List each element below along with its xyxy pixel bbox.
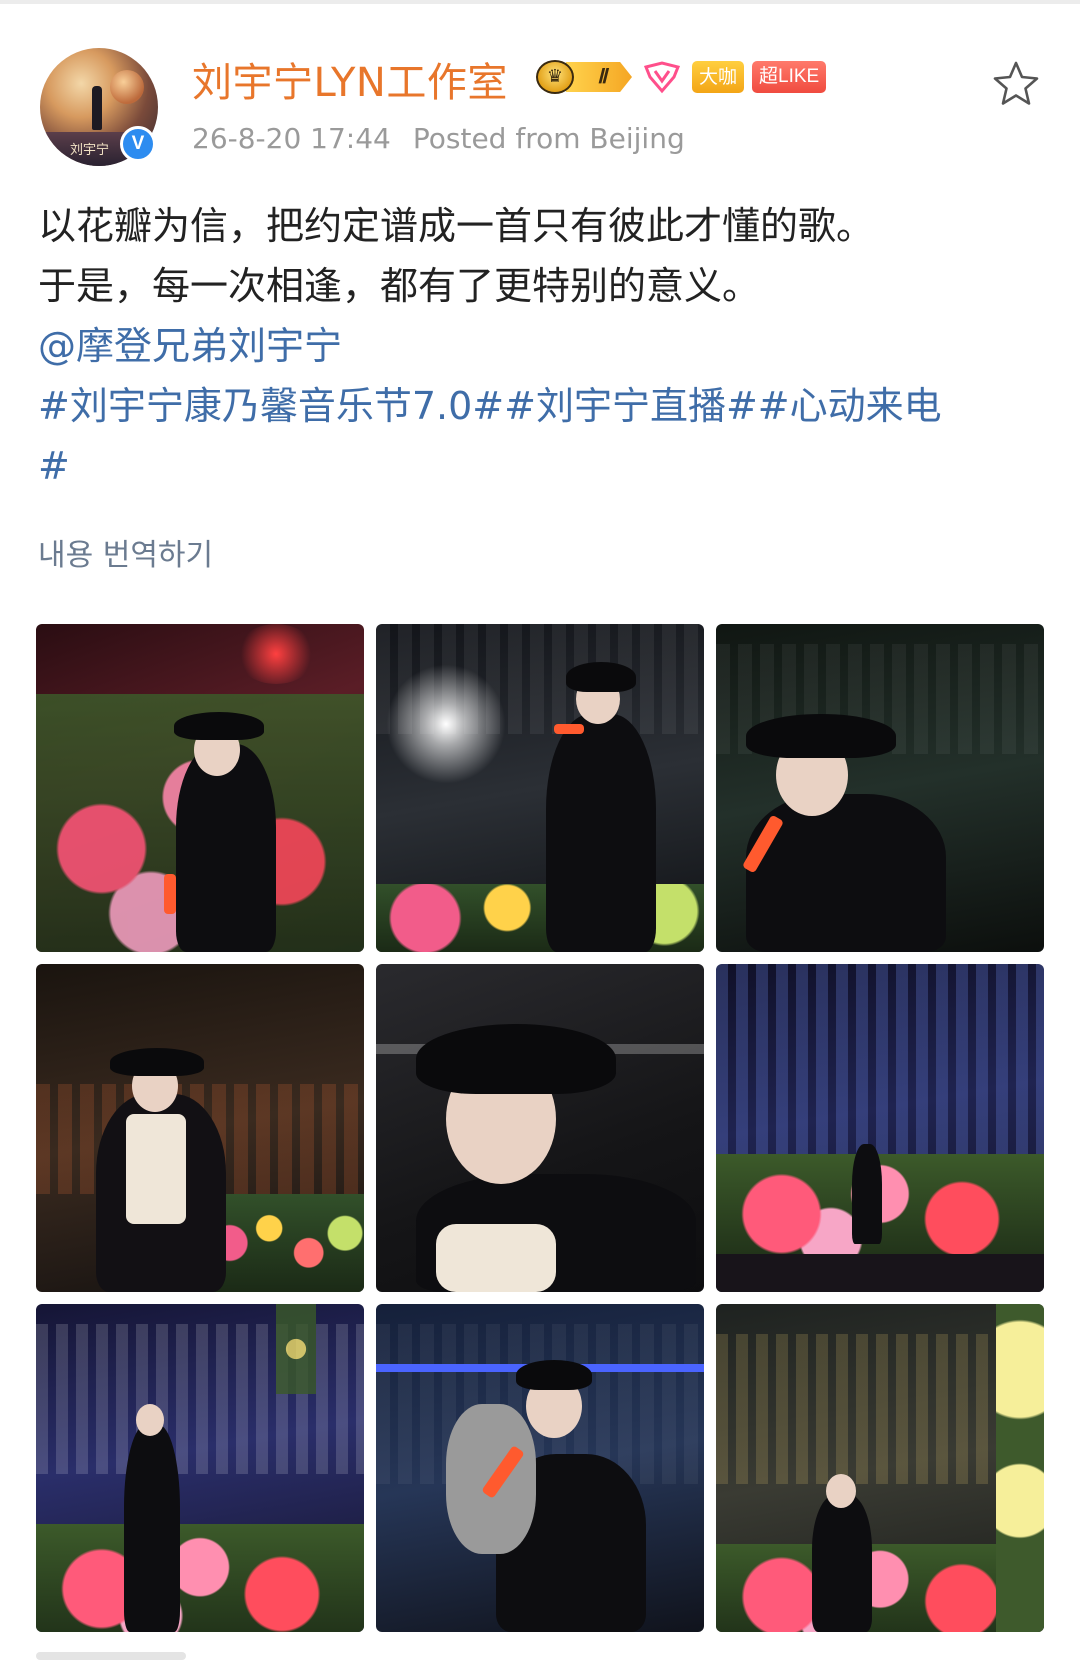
photo-8[interactable] — [376, 1304, 704, 1632]
post-meta: 26-8-20 17:44 Posted from Beijing — [192, 122, 685, 155]
avatar-planet — [110, 70, 144, 104]
vip-level-badge[interactable]: ♛ Ⅱ — [536, 59, 632, 95]
fan-badge-icon[interactable] — [640, 59, 684, 95]
post-line-1: 以花瓣为信，把约定谱成一首只有彼此才懂的歌。 — [38, 204, 875, 248]
super-like-badge[interactable]: 超LIKE — [752, 61, 827, 93]
avatar-signature: 刘宇宁 — [70, 143, 110, 158]
post-line-2: 于是，每一次相逢，都有了更特别的意义。 — [38, 264, 761, 308]
top-divider — [0, 0, 1080, 4]
verified-icon: V — [120, 126, 156, 162]
photo-5[interactable] — [376, 964, 704, 1292]
badge-row: ♛ Ⅱ 大咖 超LIKE — [536, 57, 827, 97]
timestamp: 26-8-20 17:44 — [192, 122, 391, 155]
hashtag-tail[interactable]: # — [38, 436, 1048, 496]
daka-badge[interactable]: 大咖 — [692, 61, 745, 93]
photo-2[interactable] — [376, 624, 704, 952]
photo-3[interactable] — [716, 624, 1044, 952]
mention-link[interactable]: @摩登兄弟刘宇宁 — [38, 316, 1048, 376]
photo-9[interactable] — [716, 1304, 1044, 1632]
username[interactable]: 刘宇宁LYN工作室 — [192, 50, 508, 108]
photo-6[interactable] — [716, 964, 1044, 1292]
photo-4[interactable] — [36, 964, 364, 1292]
crown-icon: ♛ — [536, 60, 574, 94]
location: Posted from Beijing — [412, 122, 685, 155]
vip-level-label: Ⅱ — [566, 62, 632, 92]
translate-link[interactable]: 내용 번역하기 — [38, 530, 213, 574]
avatar-figure — [92, 86, 102, 130]
star-outline-icon — [993, 61, 1039, 105]
photo-7[interactable] — [36, 1304, 364, 1632]
hashtag-links[interactable]: #刘宇宁康乃馨音乐节7.0##刘宇宁直播##心动来电 — [38, 376, 1048, 436]
favorite-button[interactable] — [990, 58, 1042, 110]
next-card-edge — [36, 1652, 186, 1660]
photo-grid — [36, 624, 1044, 1632]
photo-1[interactable] — [36, 624, 364, 952]
post-body: 以花瓣为信，把约定谱成一首只有彼此才懂的歌。 于是，每一次相逢，都有了更特别的意… — [38, 196, 1048, 496]
avatar[interactable]: 刘宇宁 V — [40, 48, 158, 166]
